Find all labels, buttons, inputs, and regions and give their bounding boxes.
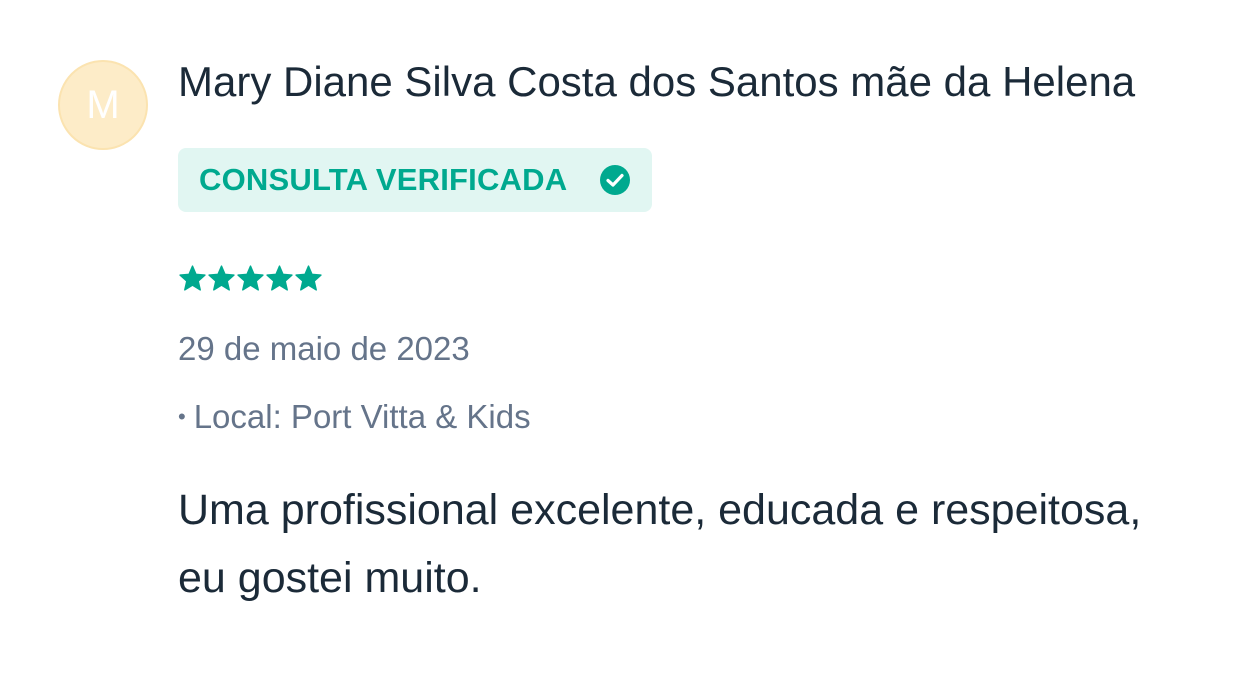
location-bullet: • bbox=[178, 404, 186, 429]
review-date: 29 de maio de 2023 bbox=[178, 330, 470, 367]
star-icon bbox=[208, 265, 235, 291]
star-icon bbox=[295, 265, 322, 291]
star-icon bbox=[179, 265, 206, 291]
check-circle-icon bbox=[599, 164, 631, 196]
location-text: Local: Port Vitta & Kids bbox=[193, 398, 531, 435]
review-location: • Local: Port Vitta & Kids bbox=[178, 396, 531, 438]
verified-badge-label: CONSULTA VERIFICADA bbox=[199, 162, 568, 197]
star-icon bbox=[237, 265, 264, 291]
verified-badge: CONSULTA VERIFICADA bbox=[178, 148, 653, 212]
review-comment: Uma profissional excelente, educada e re… bbox=[178, 486, 1142, 602]
review-card: M Mary Diane Silva Costa dos Santos mãe … bbox=[0, 0, 1234, 700]
review-author: Mary Diane Silva Costa dos Santos mãe da… bbox=[178, 58, 1136, 105]
avatar: M bbox=[58, 60, 148, 150]
avatar-initial: M bbox=[86, 83, 120, 127]
star-rating bbox=[178, 264, 323, 294]
star-icon bbox=[266, 265, 293, 291]
